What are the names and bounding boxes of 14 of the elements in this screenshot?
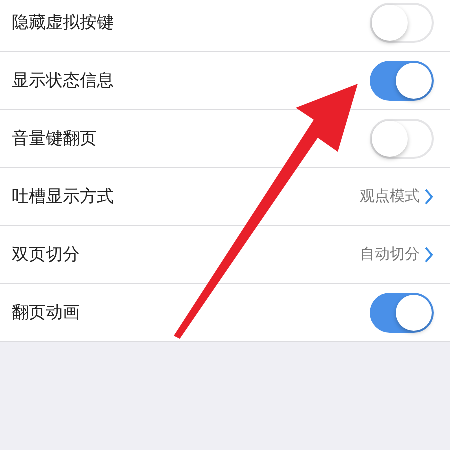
toggle-switch[interactable]	[370, 118, 434, 158]
setting-label: 隐藏虚拟按键	[12, 12, 114, 34]
setting-label: 双页切分	[12, 244, 80, 266]
setting-value[interactable]: 观点模式	[360, 187, 420, 206]
setting-label: 翻页动画	[12, 302, 80, 324]
toggle-switch[interactable]	[370, 2, 434, 42]
chevron-right-icon	[424, 246, 434, 264]
chevron-right-icon	[424, 188, 434, 206]
setting-value[interactable]: 自动切分	[360, 245, 420, 264]
setting-label: 吐槽显示方式	[12, 186, 114, 208]
setting-label: 音量键翻页	[12, 128, 97, 150]
toggle-switch[interactable]	[370, 60, 434, 100]
toggle-switch[interactable]	[370, 292, 434, 332]
setting-label: 显示状态信息	[12, 70, 114, 92]
